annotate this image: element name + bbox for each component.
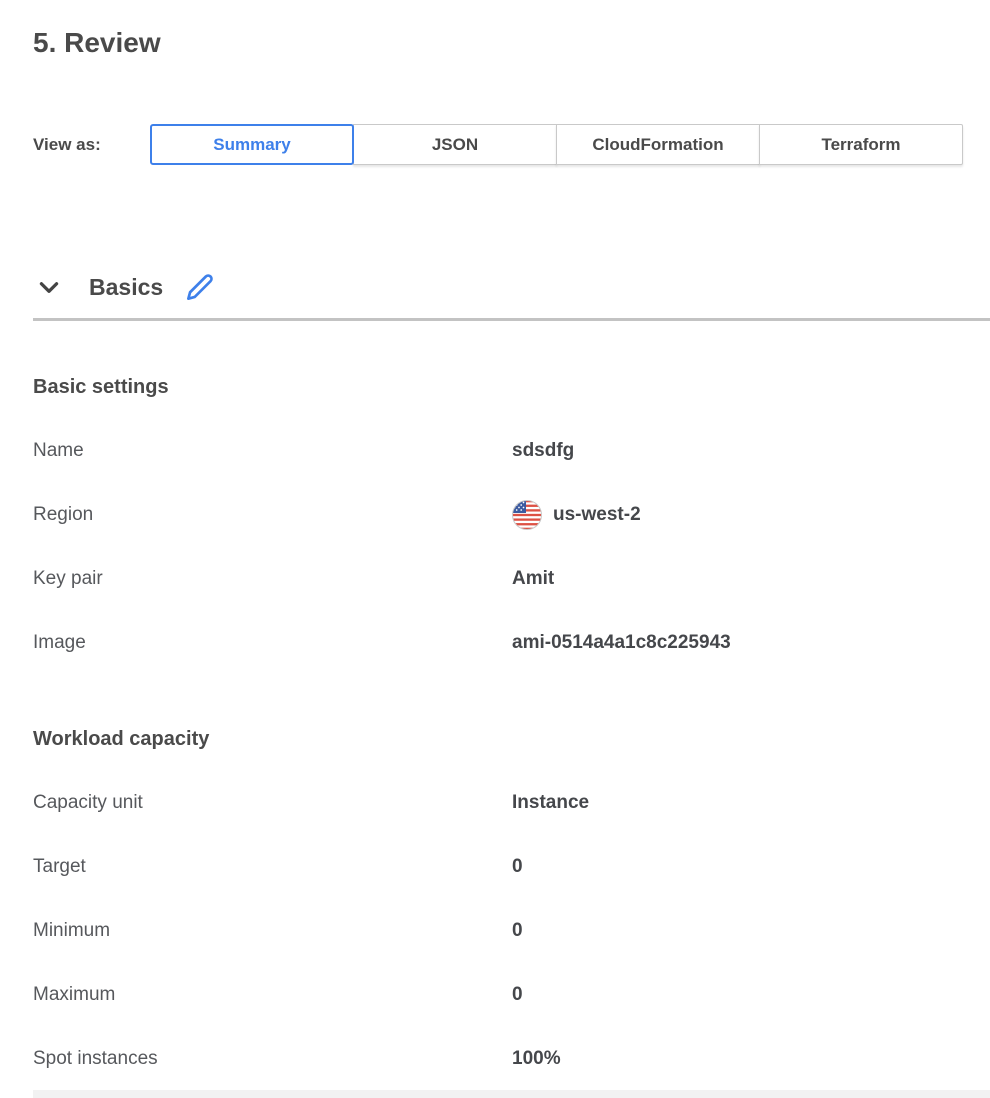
field-value: sdsdfg bbox=[512, 440, 574, 462]
row-key-pair: Key pair Amit bbox=[33, 566, 990, 592]
row-region: Region bbox=[33, 502, 990, 528]
row-target: Target 0 bbox=[33, 854, 990, 880]
review-page: 5. Review View as: Summary JSON CloudFor… bbox=[0, 0, 990, 1098]
field-value: Instance bbox=[512, 792, 589, 814]
field-label: Minimum bbox=[33, 920, 512, 942]
group-heading-basic-settings: Basic settings bbox=[33, 374, 990, 400]
field-value: 0 bbox=[512, 920, 523, 942]
row-name: Name sdsdfg bbox=[33, 438, 990, 464]
view-as-tab-group: Summary JSON CloudFormation Terraform bbox=[150, 124, 963, 165]
field-label: Region bbox=[33, 504, 512, 526]
edit-pencil-icon bbox=[186, 273, 214, 301]
us-flag-icon bbox=[512, 500, 542, 530]
chevron-down-icon bbox=[36, 274, 62, 300]
tab-terraform[interactable]: Terraform bbox=[759, 124, 963, 165]
basics-section-header: Basics bbox=[33, 269, 990, 305]
page-title: 5. Review bbox=[33, 0, 990, 60]
field-value: us-west-2 bbox=[512, 500, 641, 530]
row-spot-instances: Spot instances 100% bbox=[33, 1046, 990, 1072]
basics-collapse-button[interactable] bbox=[35, 273, 63, 301]
row-minimum: Minimum 0 bbox=[33, 918, 990, 944]
basics-section-divider bbox=[33, 318, 990, 321]
field-label: Spot instances bbox=[33, 1048, 512, 1070]
field-value: Amit bbox=[512, 568, 554, 590]
field-value: ami-0514a4a1c8c225943 bbox=[512, 632, 731, 654]
field-label: Target bbox=[33, 856, 512, 878]
field-label: Image bbox=[33, 632, 512, 654]
view-as-row: View as: Summary JSON CloudFormation Ter… bbox=[33, 124, 990, 165]
field-label: Capacity unit bbox=[33, 792, 512, 814]
view-as-label: View as: bbox=[33, 135, 150, 155]
basics-edit-button[interactable] bbox=[185, 272, 215, 302]
field-value: 0 bbox=[512, 856, 523, 878]
field-label: Key pair bbox=[33, 568, 512, 590]
tab-summary[interactable]: Summary bbox=[150, 124, 354, 165]
field-value: 0 bbox=[512, 984, 523, 1006]
row-maximum: Maximum 0 bbox=[33, 982, 990, 1008]
next-section-divider bbox=[33, 1090, 990, 1098]
region-value-text: us-west-2 bbox=[553, 504, 641, 526]
row-image: Image ami-0514a4a1c8c225943 bbox=[33, 630, 990, 656]
field-label: Maximum bbox=[33, 984, 512, 1006]
group-heading-workload-capacity: Workload capacity bbox=[33, 726, 990, 752]
tab-json[interactable]: JSON bbox=[353, 124, 557, 165]
basics-section-title: Basics bbox=[89, 274, 163, 301]
field-value: 100% bbox=[512, 1048, 561, 1070]
row-capacity-unit: Capacity unit Instance bbox=[33, 790, 990, 816]
tab-cloudformation[interactable]: CloudFormation bbox=[556, 124, 760, 165]
field-label: Name bbox=[33, 440, 512, 462]
